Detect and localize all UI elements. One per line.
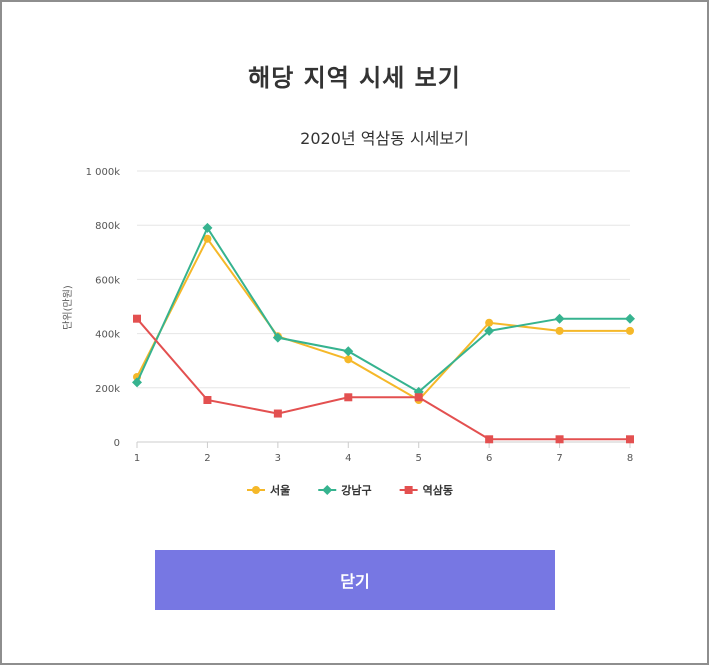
legend-marker xyxy=(322,485,333,495)
data-point xyxy=(272,332,283,343)
data-point xyxy=(203,395,212,404)
data-point xyxy=(555,326,564,335)
modal-dialog: 해당 지역 시세 보기 2020년 역삼동 시세보기 0 200k 400k 600k 8… xyxy=(2,2,707,663)
data-point xyxy=(344,393,353,402)
legend-label: 역삼동 xyxy=(423,483,453,497)
y-tick-label: 800k xyxy=(95,221,120,232)
data-point xyxy=(554,313,565,324)
x-tick-label: 2 xyxy=(204,453,210,464)
x-tick-label: 5 xyxy=(416,453,422,464)
y-tick-label: 600k xyxy=(95,275,120,286)
legend-marker xyxy=(252,486,260,494)
data-point xyxy=(343,346,354,357)
x-tick-label: 3 xyxy=(275,453,281,464)
close-button[interactable]: 닫기 xyxy=(155,550,555,610)
data-point xyxy=(344,355,353,364)
data-point xyxy=(133,314,141,323)
data-point xyxy=(273,409,282,418)
x-tick-label: 7 xyxy=(556,453,562,464)
x-tick-label: 4 xyxy=(345,453,351,464)
legend-marker xyxy=(404,486,413,494)
y-tick-label: 200k xyxy=(95,384,120,395)
y-tick-label: 1 000k xyxy=(86,167,121,178)
y-axis-label: 단위(만원) xyxy=(61,285,74,330)
data-point xyxy=(626,435,634,444)
x-tick-label: 8 xyxy=(627,453,633,464)
data-point xyxy=(625,313,635,324)
series-line xyxy=(136,225,630,394)
x-tick-label: 1 xyxy=(134,453,140,464)
price-line-chart: 2020년 역삼동 시세보기 0 200k 400k 600k 800k 1 000k 1 2 3… xyxy=(61,129,635,497)
legend-label: 서울 xyxy=(270,483,290,497)
y-tick-label: 0 xyxy=(114,438,120,449)
data-point xyxy=(414,393,423,402)
data-point xyxy=(202,222,213,233)
data-point xyxy=(626,326,634,335)
y-tick-label: 400k xyxy=(95,330,120,341)
chart-title: 2020년 역삼동 시세보기 xyxy=(300,129,469,148)
data-point xyxy=(485,435,494,444)
legend-label: 강남구 xyxy=(341,483,371,497)
x-tick-label: 6 xyxy=(486,453,492,464)
data-point xyxy=(485,318,494,327)
data-point xyxy=(555,435,564,444)
